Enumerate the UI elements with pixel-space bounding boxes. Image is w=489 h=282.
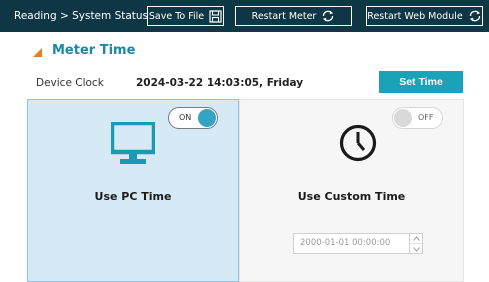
refresh-icon	[323, 10, 334, 22]
toggle-knob	[198, 109, 216, 127]
restart-web-module-label: Restart Web Module	[367, 10, 463, 22]
restart-meter-label: Restart Meter	[251, 10, 317, 22]
pc-time-toggle-label: ON	[179, 113, 192, 122]
clock-icon	[339, 124, 377, 162]
restart-web-module-button[interactable]: Restart Web Module	[366, 6, 483, 26]
use-custom-time-title: Use Custom Time	[297, 190, 406, 203]
datetime-stepper[interactable]	[410, 233, 423, 254]
device-clock-value: 2024-03-22 14:03:05, Friday	[136, 77, 304, 89]
custom-time-toggle[interactable]: OFF	[392, 107, 443, 129]
save-icon	[209, 9, 222, 23]
page: Reading > System Status Save To File Res…	[0, 0, 489, 282]
use-pc-time-card[interactable]: ON Use PC Time	[27, 99, 239, 282]
spin-down-icon[interactable]	[410, 244, 422, 254]
save-to-file-label: Save To File	[148, 10, 205, 22]
pc-time-toggle[interactable]: ON	[168, 107, 218, 129]
custom-datetime-input[interactable]: 2000-01-01 00:00:00	[293, 233, 410, 254]
save-to-file-button[interactable]: Save To File	[147, 6, 224, 26]
use-custom-time-card[interactable]: OFF Use Custom Time 2000-01-01 00:00:00	[239, 99, 464, 282]
spin-up-icon[interactable]	[410, 234, 422, 244]
section-title: Meter Time	[52, 43, 136, 58]
toggle-knob	[394, 109, 412, 127]
use-pc-time-title: Use PC Time	[94, 190, 172, 203]
device-clock-label: Device Clock	[36, 77, 104, 89]
restart-meter-button[interactable]: Restart Meter	[235, 6, 352, 26]
breadcrumb: Reading > System Status	[14, 10, 149, 22]
refresh-icon	[469, 10, 480, 22]
monitor-icon	[111, 122, 155, 164]
top-bar: Reading > System Status Save To File Res…	[0, 0, 489, 32]
section-marker-icon	[33, 48, 42, 57]
custom-time-toggle-label: OFF	[418, 113, 434, 122]
set-time-button[interactable]: Set Time	[379, 71, 463, 93]
